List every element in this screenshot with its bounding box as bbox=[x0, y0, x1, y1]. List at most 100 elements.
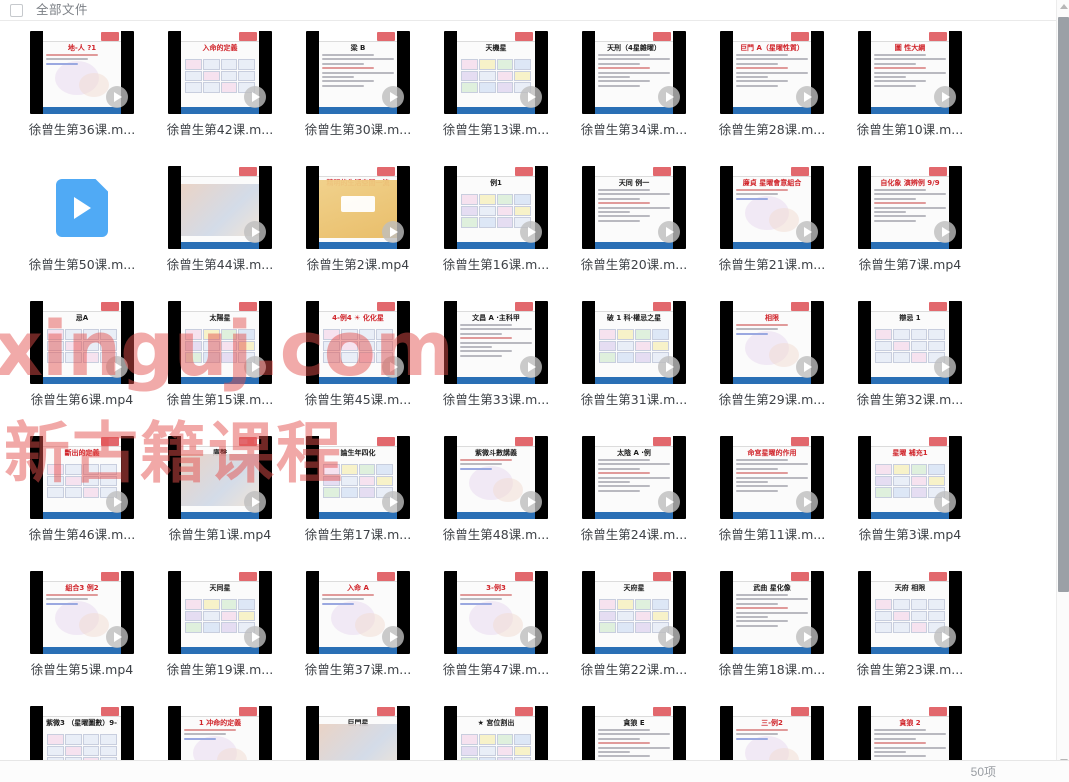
play-circle-icon[interactable] bbox=[244, 356, 266, 378]
file-card[interactable]: 梁 B 徐曾生第30课.m... bbox=[289, 31, 427, 166]
file-card[interactable]: 天機星 徐曾生第13课.m... bbox=[427, 31, 565, 166]
file-thumbnail[interactable]: 例1 bbox=[444, 166, 548, 249]
file-grid-scroll-area[interactable]: 地-人 ?1 徐曾生第36课.m... 入命的定義 徐曾生第42课.m... 梁 B 徐曾… bbox=[0, 21, 1056, 761]
file-thumbnail[interactable]: 辯忌 1 bbox=[858, 301, 962, 384]
play-circle-icon[interactable] bbox=[520, 491, 542, 513]
play-circle-icon[interactable] bbox=[796, 86, 818, 108]
file-card[interactable]: 精明的生活空間一流徐曾生第2课.mp4 bbox=[289, 166, 427, 301]
file-thumbnail[interactable]: 4-例4 ☀ 化化星 bbox=[306, 301, 410, 384]
file-thumbnail[interactable]: 庫聲 bbox=[168, 436, 272, 519]
file-card[interactable]: 貪狼 2 bbox=[841, 706, 979, 761]
file-thumbnail[interactable]: 忌A bbox=[30, 301, 134, 384]
play-circle-icon[interactable] bbox=[796, 491, 818, 513]
file-card[interactable]: 天府 相限 徐曾生第23课.m... bbox=[841, 571, 979, 706]
file-thumbnail[interactable]: 貪狼 2 bbox=[858, 706, 962, 761]
file-card[interactable]: 紫微斗數講義 徐曾生第48课.m... bbox=[427, 436, 565, 571]
play-circle-icon[interactable] bbox=[658, 356, 680, 378]
play-circle-icon[interactable] bbox=[934, 86, 956, 108]
play-circle-icon[interactable] bbox=[382, 626, 404, 648]
file-card[interactable]: 天同 例一 徐曾生第20课.m... bbox=[565, 166, 703, 301]
file-card[interactable]: 論生年四化 徐曾生第17课.m... bbox=[289, 436, 427, 571]
file-thumbnail[interactable]: 組合3 例2 bbox=[30, 571, 134, 654]
file-thumbnail[interactable]: 3-例3 bbox=[444, 571, 548, 654]
file-thumbnail[interactable]: 紫微斗數講義 bbox=[444, 436, 548, 519]
file-thumbnail[interactable]: 天同星 bbox=[168, 571, 272, 654]
file-card[interactable]: 圖 性大綱 徐曾生第10课.m... bbox=[841, 31, 979, 166]
file-thumbnail[interactable]: 天府 相限 bbox=[858, 571, 962, 654]
file-thumbnail[interactable]: 太陰 A ‧例 bbox=[582, 436, 686, 519]
file-thumbnail[interactable]: 天府星 bbox=[582, 571, 686, 654]
file-card[interactable]: 貪狼 E bbox=[565, 706, 703, 761]
file-card[interactable]: 破 1 科‧權忌之星 徐曾生第31课.m... bbox=[565, 301, 703, 436]
file-card[interactable]: 太陰 A ‧例 徐曾生第24课.m... bbox=[565, 436, 703, 571]
file-card[interactable]: 例1 徐曾生第16课.m... bbox=[427, 166, 565, 301]
play-circle-icon[interactable] bbox=[796, 221, 818, 243]
play-circle-icon[interactable] bbox=[106, 626, 128, 648]
play-circle-icon[interactable] bbox=[244, 86, 266, 108]
file-thumbnail[interactable]: 命宮星曜的作用 bbox=[720, 436, 824, 519]
file-card[interactable]: 徐曾生第50课.m... bbox=[13, 166, 151, 301]
file-thumbnail[interactable]: 文昌 A ‧主科甲 bbox=[444, 301, 548, 384]
play-circle-icon[interactable] bbox=[382, 491, 404, 513]
file-thumbnail[interactable]: 入命 A bbox=[306, 571, 410, 654]
file-card[interactable]: ★ 宮位割出 bbox=[427, 706, 565, 761]
play-circle-icon[interactable] bbox=[934, 221, 956, 243]
file-thumbnail[interactable]: 入命的定義 bbox=[168, 31, 272, 114]
file-thumbnail[interactable] bbox=[168, 166, 272, 249]
file-card[interactable]: 天府星 徐曾生第22课.m... bbox=[565, 571, 703, 706]
file-card[interactable]: 文昌 A ‧主科甲 徐曾生第33课.m... bbox=[427, 301, 565, 436]
play-circle-icon[interactable] bbox=[520, 356, 542, 378]
file-thumbnail[interactable]: 1 冲命的定義 bbox=[168, 706, 272, 761]
file-thumbnail[interactable]: 自化象 演辨例 9/9 bbox=[858, 166, 962, 249]
file-thumbnail[interactable]: 天刑（4星雜曜） bbox=[582, 31, 686, 114]
file-thumbnail[interactable]: 巨門星 bbox=[306, 706, 410, 761]
file-thumbnail[interactable]: 斷出的定義 bbox=[30, 436, 134, 519]
file-card[interactable]: 相限 徐曾生第29课.m... bbox=[703, 301, 841, 436]
file-card[interactable]: 自化象 演辨例 9/9 徐曾生第7课.mp4 bbox=[841, 166, 979, 301]
play-circle-icon[interactable] bbox=[658, 86, 680, 108]
play-circle-icon[interactable] bbox=[244, 491, 266, 513]
file-card[interactable]: 4-例4 ☀ 化化星 徐曾生第45课.m... bbox=[289, 301, 427, 436]
file-thumbnail[interactable]: 太陽星 bbox=[168, 301, 272, 384]
play-circle-icon[interactable] bbox=[934, 356, 956, 378]
file-card[interactable]: 斷出的定義 徐曾生第46课.m... bbox=[13, 436, 151, 571]
vertical-scrollbar[interactable] bbox=[1056, 0, 1069, 768]
play-circle-icon[interactable] bbox=[658, 491, 680, 513]
play-circle-icon[interactable] bbox=[520, 86, 542, 108]
file-card[interactable]: 巨門 A（星曜性質） 徐曾生第28课.m... bbox=[703, 31, 841, 166]
scrollbar-thumb[interactable] bbox=[1058, 17, 1069, 592]
file-card[interactable]: 巨門星 bbox=[289, 706, 427, 761]
play-circle-icon[interactable] bbox=[934, 491, 956, 513]
file-thumbnail[interactable]: 三-例2 bbox=[720, 706, 824, 761]
play-circle-icon[interactable] bbox=[106, 86, 128, 108]
file-card[interactable]: 三-例2 bbox=[703, 706, 841, 761]
play-circle-icon[interactable] bbox=[244, 626, 266, 648]
play-circle-icon[interactable] bbox=[520, 221, 542, 243]
file-card[interactable]: 紫微3 （星曜圖數）9-17 bbox=[13, 706, 151, 761]
file-thumbnail[interactable]: 天機星 bbox=[444, 31, 548, 114]
file-thumbnail[interactable]: 貪狼 E bbox=[582, 706, 686, 761]
play-circle-icon[interactable] bbox=[658, 221, 680, 243]
play-circle-icon[interactable] bbox=[934, 626, 956, 648]
file-card[interactable]: 3-例3 徐曾生第47课.m... bbox=[427, 571, 565, 706]
play-circle-icon[interactable] bbox=[796, 356, 818, 378]
file-thumbnail[interactable]: 紫微3 （星曜圖數）9-17 bbox=[30, 706, 134, 761]
file-thumbnail[interactable]: 天同 例一 bbox=[582, 166, 686, 249]
file-card[interactable]: 入命的定義 徐曾生第42课.m... bbox=[151, 31, 289, 166]
file-thumbnail[interactable]: 廉貞 星曜會意組合 bbox=[720, 166, 824, 249]
file-thumbnail[interactable]: 圖 性大綱 bbox=[858, 31, 962, 114]
file-card[interactable]: 太陽星 徐曾生第15课.m... bbox=[151, 301, 289, 436]
file-card[interactable]: 徐曾生第44课.m... bbox=[151, 166, 289, 301]
play-circle-icon[interactable] bbox=[382, 356, 404, 378]
file-thumbnail[interactable]: 武曲 星化像 bbox=[720, 571, 824, 654]
file-thumbnail[interactable]: 破 1 科‧權忌之星 bbox=[582, 301, 686, 384]
file-card[interactable]: 武曲 星化像 徐曾生第18课.m... bbox=[703, 571, 841, 706]
play-circle-icon[interactable] bbox=[796, 626, 818, 648]
file-card[interactable]: 星曜 補充1 徐曾生第3课.mp4 bbox=[841, 436, 979, 571]
play-circle-icon[interactable] bbox=[106, 356, 128, 378]
play-circle-icon[interactable] bbox=[382, 221, 404, 243]
file-card[interactable]: 天同星 徐曾生第19课.m... bbox=[151, 571, 289, 706]
file-card[interactable]: 忌A 徐曾生第6课.mp4 bbox=[13, 301, 151, 436]
file-thumbnail[interactable]: 地-人 ?1 bbox=[30, 31, 134, 114]
play-circle-icon[interactable] bbox=[244, 221, 266, 243]
